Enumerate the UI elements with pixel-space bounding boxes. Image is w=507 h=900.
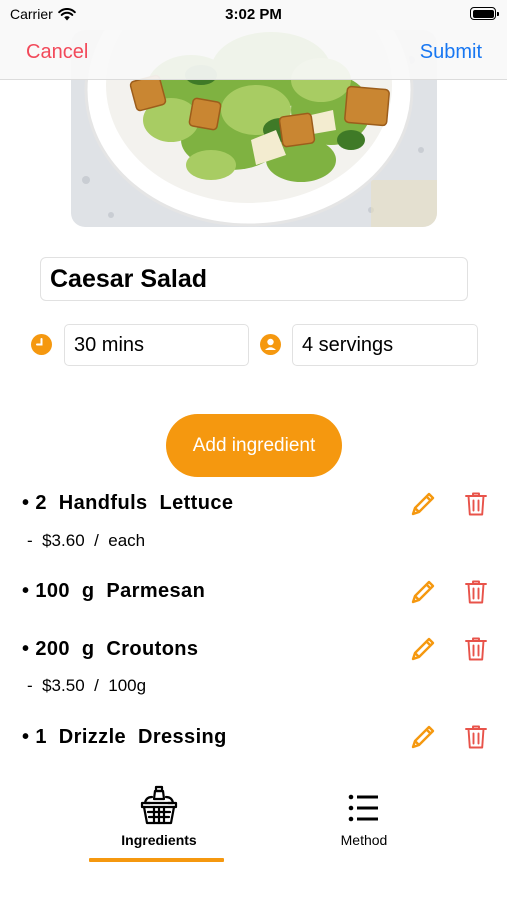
ingredient-line: 1 Drizzle Dressing bbox=[35, 726, 227, 748]
pencil-icon bbox=[411, 492, 435, 516]
basket-icon bbox=[140, 785, 178, 825]
pencil-icon bbox=[411, 580, 435, 604]
ingredient-item: • 200 g Croutons bbox=[22, 638, 199, 660]
status-time: 3:02 PM bbox=[225, 6, 282, 23]
ingredient-item: • 100 g Parmesan bbox=[22, 580, 206, 602]
cook-time-field[interactable]: 30 mins bbox=[64, 324, 249, 366]
edit-ingredient-button[interactable] bbox=[410, 491, 436, 517]
edit-ingredient-button[interactable] bbox=[410, 636, 436, 662]
ingredient-item: • 2 Handfuls Lettuce bbox=[22, 492, 234, 514]
pencil-icon bbox=[411, 637, 435, 661]
trash-icon bbox=[465, 492, 487, 516]
ingredient-line: 2 Handfuls Lettuce bbox=[35, 492, 234, 514]
trash-icon bbox=[465, 637, 487, 661]
ingredient-price: - $3.50 / 100g bbox=[27, 676, 147, 695]
ingredient-item: • 1 Drizzle Dressing bbox=[22, 726, 227, 748]
edit-ingredient-button[interactable] bbox=[410, 724, 436, 750]
servings-field[interactable]: 4 servings bbox=[292, 324, 478, 366]
delete-ingredient-button[interactable] bbox=[464, 491, 490, 517]
ingredient-price: - $3.60 / each bbox=[27, 531, 146, 550]
delete-ingredient-button[interactable] bbox=[464, 579, 490, 605]
tab-ingredients[interactable]: Ingredients bbox=[91, 782, 227, 862]
delete-ingredient-button[interactable] bbox=[464, 724, 490, 750]
submit-button[interactable]: Submit bbox=[420, 41, 482, 64]
tab-method[interactable]: Method bbox=[296, 782, 432, 862]
person-icon bbox=[260, 334, 281, 355]
trash-icon bbox=[465, 580, 487, 604]
delete-ingredient-button[interactable] bbox=[464, 636, 490, 662]
pencil-icon bbox=[411, 725, 435, 749]
status-bar: Carrier 3:02 PM bbox=[0, 0, 507, 30]
edit-ingredient-button[interactable] bbox=[410, 579, 436, 605]
list-icon bbox=[348, 794, 378, 822]
battery-icon bbox=[470, 7, 499, 20]
recipe-title-field[interactable]: Caesar Salad bbox=[40, 257, 468, 301]
trash-icon bbox=[465, 725, 487, 749]
tab-label: Ingredients bbox=[121, 832, 197, 848]
cancel-button[interactable]: Cancel bbox=[26, 41, 88, 64]
tab-label: Method bbox=[340, 832, 388, 848]
ingredient-line: 200 g Croutons bbox=[35, 638, 199, 660]
ingredient-line: 100 g Parmesan bbox=[35, 580, 206, 602]
active-tab-indicator bbox=[89, 858, 224, 862]
clock-icon bbox=[31, 334, 52, 355]
add-ingredient-button[interactable]: Add ingredient bbox=[166, 414, 342, 477]
